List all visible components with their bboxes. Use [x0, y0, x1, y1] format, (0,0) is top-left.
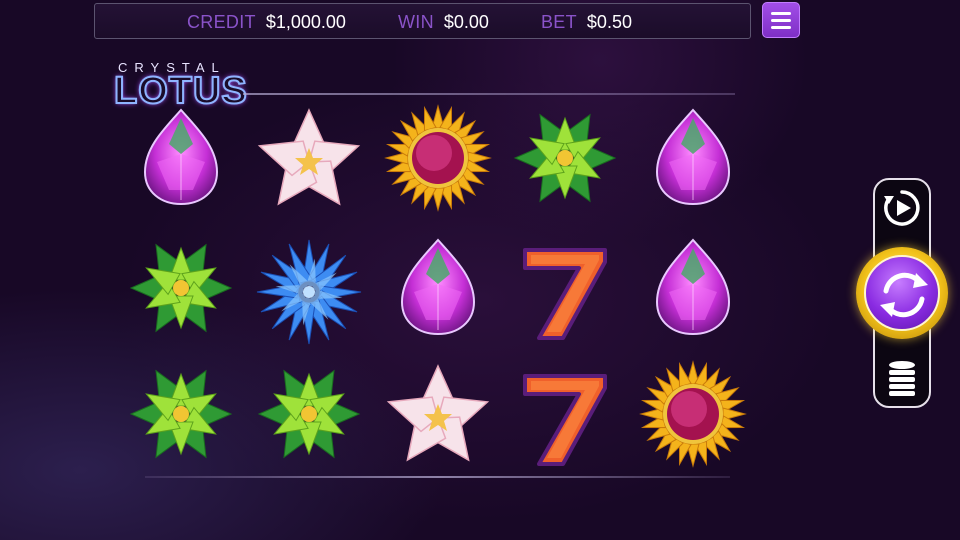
green-star-flower-symbol	[249, 356, 369, 476]
info-bar: CREDIT $1,000.00 WIN $0.00 BET $0.50	[94, 3, 751, 39]
win-label: WIN	[398, 12, 434, 32]
white-lotus-symbol	[249, 100, 369, 220]
autoplay-button[interactable]	[880, 186, 924, 230]
sunflower-icon	[384, 104, 492, 212]
white-lotus-symbol	[378, 356, 498, 476]
bet-value: $0.50	[586, 12, 632, 32]
credit-label: CREDIT	[187, 12, 256, 32]
green-star-flower-symbol	[121, 356, 241, 476]
bet-display: BET $0.50	[541, 12, 632, 33]
white-lotus-icon	[257, 108, 361, 206]
green-star-flower-icon	[257, 369, 361, 459]
seven-symbol	[505, 230, 625, 350]
coin-stack-icon	[889, 361, 915, 396]
spin-icon	[880, 272, 928, 318]
win-value: $0.00	[443, 12, 489, 32]
sunflower-icon	[639, 360, 747, 468]
sunflower-symbol	[378, 100, 498, 220]
pink-gem-symbol	[121, 100, 241, 220]
green-star-flower-symbol	[505, 100, 625, 220]
autoplay-icon	[884, 190, 920, 226]
seven-icon	[523, 248, 607, 340]
reel-bottom-divider	[145, 476, 730, 478]
credit-value: $1,000.00	[265, 12, 346, 32]
win-display: WIN $0.00	[398, 12, 489, 33]
reel-top-divider	[243, 93, 735, 95]
green-star-flower-icon	[513, 113, 617, 203]
pink-gem-symbol	[633, 100, 753, 220]
sunflower-symbol	[633, 356, 753, 476]
blue-spiky-flower-icon	[256, 239, 362, 345]
menu-button[interactable]	[762, 2, 800, 38]
pink-gem-symbol	[633, 230, 753, 350]
pink-gem-icon	[655, 108, 731, 206]
credit-display: CREDIT $1,000.00	[187, 12, 346, 33]
green-star-flower-symbol	[121, 230, 241, 350]
pink-gem-icon	[143, 108, 219, 206]
spin-button[interactable]	[856, 247, 948, 339]
bet-coins-button[interactable]	[882, 356, 922, 400]
bet-label: BET	[541, 12, 577, 32]
blue-spiky-flower-symbol	[249, 230, 369, 350]
green-star-flower-icon	[129, 369, 233, 459]
pink-gem-icon	[655, 238, 731, 336]
pink-gem-symbol	[378, 230, 498, 350]
white-lotus-icon	[386, 364, 490, 462]
seven-symbol	[505, 356, 625, 476]
hamburger-icon	[771, 11, 791, 15]
pink-gem-icon	[400, 238, 476, 336]
seven-icon	[523, 374, 607, 466]
green-star-flower-icon	[129, 243, 233, 333]
